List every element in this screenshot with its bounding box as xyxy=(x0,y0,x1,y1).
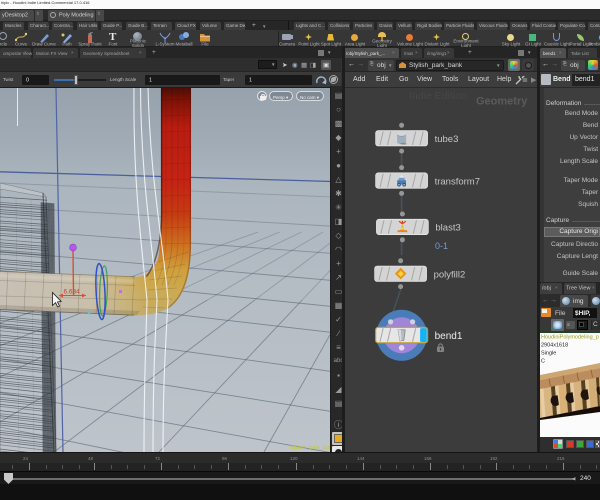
svg-text:tube3: tube3 xyxy=(435,134,459,145)
svg-text:6.634: 6.634 xyxy=(64,289,81,296)
svg-text:0-1: 0-1 xyxy=(435,241,448,251)
svg-text:polyfill2: polyfill2 xyxy=(434,270,466,281)
svg-text:Stylish_park_bank: Stylish_park_bank xyxy=(290,445,335,451)
svg-text:bend1: bend1 xyxy=(435,331,463,342)
svg-text:Geometry: Geometry xyxy=(476,96,528,108)
svg-text:blast3: blast3 xyxy=(435,223,460,234)
svg-text:transform7: transform7 xyxy=(435,176,480,187)
svg-text:Indie Edition: Indie Edition xyxy=(409,90,467,102)
